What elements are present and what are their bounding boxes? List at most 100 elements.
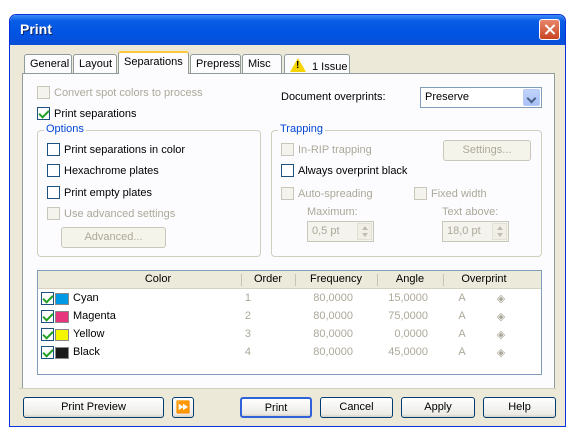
fixed-width-row[interactable]: Fixed width <box>414 187 487 200</box>
plate-frequency: 80,0000 <box>313 346 353 358</box>
hexachrome-row[interactable]: Hexachrome plates <box>47 164 159 177</box>
select-value: Preserve <box>425 91 470 103</box>
plate-order: 4 <box>244 346 251 358</box>
overprint-text-icon[interactable]: A <box>456 328 468 341</box>
plate-frequency: 80,0000 <box>313 292 353 304</box>
cancel-button[interactable]: Cancel <box>320 397 393 418</box>
maximum-spinner[interactable]: 0,5 pt <box>307 221 374 242</box>
tab-misc[interactable]: Misc <box>242 54 282 73</box>
plate-checkbox[interactable] <box>41 292 54 305</box>
print-separations-checkbox[interactable] <box>37 107 50 120</box>
tab-layout[interactable]: Layout <box>73 54 117 73</box>
spin-arrows-icon[interactable] <box>492 223 507 240</box>
apply-button[interactable]: Apply <box>401 397 475 418</box>
tab-prepress[interactable]: Prepress <box>190 54 241 73</box>
col-divider <box>241 274 242 286</box>
in-rip-row[interactable]: In-RIP trapping <box>281 143 372 156</box>
document-overprints-select[interactable]: Preserve <box>420 87 542 108</box>
plate-angle: 45,0000 <box>388 346 428 358</box>
table-row[interactable]: Black 4 80,0000 45,0000 A ◈ <box>38 344 541 362</box>
col-order[interactable]: Order <box>243 273 293 285</box>
plate-frequency: 80,0000 <box>313 328 353 340</box>
col-color[interactable]: Color <box>88 273 228 285</box>
overprint-text-icon[interactable]: A <box>456 292 468 305</box>
tab-separations[interactable]: Separations <box>118 51 189 74</box>
overprint-graphics-icon[interactable]: ◈ <box>495 292 507 305</box>
settings-button[interactable]: Settings... <box>443 140 531 161</box>
auto-spreading-row[interactable]: Auto-spreading <box>281 187 373 200</box>
tab-general[interactable]: General <box>24 54 72 73</box>
text-above-value: 18,0 pt <box>447 225 481 237</box>
col-frequency[interactable]: Frequency <box>297 273 375 285</box>
plate-checkbox[interactable] <box>41 328 54 341</box>
always-overprint-label: Always overprint black <box>298 164 408 177</box>
advanced-settings-label: Use advanced settings <box>64 207 176 220</box>
help-button[interactable]: Help <box>483 397 556 418</box>
in-rip-checkbox[interactable] <box>281 143 294 156</box>
overprint-graphics-icon[interactable]: ◈ <box>495 310 507 323</box>
trapping-legend: Trapping <box>278 123 326 135</box>
col-divider <box>295 274 296 286</box>
hexachrome-checkbox[interactable] <box>47 164 60 177</box>
plate-name: Black <box>73 346 100 358</box>
plate-order: 1 <box>244 292 251 304</box>
fixed-width-checkbox[interactable] <box>414 187 427 200</box>
print-button[interactable]: Print <box>240 397 312 418</box>
always-overprint-checkbox[interactable] <box>281 164 294 177</box>
text-above-label: Text above: <box>442 206 499 218</box>
maximum-value: 0,5 pt <box>312 225 340 237</box>
chevron-down-icon[interactable] <box>523 89 540 106</box>
print-in-color-row[interactable]: Print separations in color <box>47 143 185 156</box>
spin-arrows-icon[interactable] <box>357 223 372 240</box>
print-in-color-label: Print separations in color <box>64 143 186 156</box>
plate-checkbox[interactable] <box>41 310 54 323</box>
print-in-color-checkbox[interactable] <box>47 143 60 156</box>
tab-label: General <box>30 58 70 70</box>
print-preview-button[interactable]: Print Preview <box>23 397 164 418</box>
window-title: Print <box>20 21 52 37</box>
text-above-spinner[interactable]: 18,0 pt <box>442 221 509 242</box>
plate-name: Yellow <box>73 328 105 340</box>
maximum-label: Maximum: <box>307 206 358 218</box>
print-empty-checkbox[interactable] <box>47 186 60 199</box>
advanced-settings-checkbox[interactable] <box>47 207 60 220</box>
advanced-button[interactable]: Advanced... <box>61 227 166 248</box>
hexachrome-label: Hexachrome plates <box>64 164 159 177</box>
plate-frequency: 80,0000 <box>313 310 353 322</box>
overprint-text-icon[interactable]: A <box>456 346 468 359</box>
table-header: Color Order Frequency Angle Overprint <box>38 271 541 289</box>
convert-spot-row[interactable]: Convert spot colors to process <box>37 86 203 99</box>
col-divider <box>377 274 378 286</box>
col-angle[interactable]: Angle <box>379 273 441 285</box>
table-row[interactable]: Cyan 1 80,0000 15,0000 A ◈ <box>38 290 541 308</box>
overprint-graphics-icon[interactable]: ◈ <box>495 328 507 341</box>
always-overprint-row[interactable]: Always overprint black <box>281 164 407 177</box>
color-swatch <box>55 347 69 359</box>
table-row[interactable]: Magenta 2 80,0000 75,0000 A ◈ <box>38 308 541 326</box>
options-legend: Options <box>44 123 86 135</box>
divider <box>19 388 556 389</box>
document-overprints-label: Document overprints: <box>281 91 386 103</box>
convert-spot-checkbox[interactable] <box>37 86 50 99</box>
plate-order: 2 <box>244 310 251 322</box>
in-rip-label: In-RIP trapping <box>298 143 372 156</box>
color-swatch <box>55 329 69 341</box>
plate-checkbox[interactable] <box>41 346 54 359</box>
print-empty-row[interactable]: Print empty plates <box>47 186 152 199</box>
table-row[interactable]: Yellow 3 80,0000 0,0000 A ◈ <box>38 326 541 344</box>
col-overprint[interactable]: Overprint <box>445 273 523 285</box>
overprint-text-icon[interactable]: A <box>456 310 468 323</box>
plate-order: 3 <box>244 328 251 340</box>
auto-spreading-checkbox[interactable] <box>281 187 294 200</box>
tab-label: Misc <box>248 58 271 70</box>
close-button[interactable] <box>539 19 560 40</box>
advanced-settings-row[interactable]: Use advanced settings <box>47 207 175 220</box>
plate-angle: 0,0000 <box>394 328 428 340</box>
print-separations-row[interactable]: Print separations <box>37 107 137 120</box>
tab-label: Layout <box>79 58 113 70</box>
col-divider <box>443 274 444 286</box>
tab-label: Prepress <box>196 58 241 70</box>
overprint-graphics-icon[interactable]: ◈ <box>495 346 507 359</box>
tab-issues[interactable]: 1 Issue <box>284 54 350 73</box>
expand-preview-icon[interactable]: ⏩ <box>172 397 194 418</box>
